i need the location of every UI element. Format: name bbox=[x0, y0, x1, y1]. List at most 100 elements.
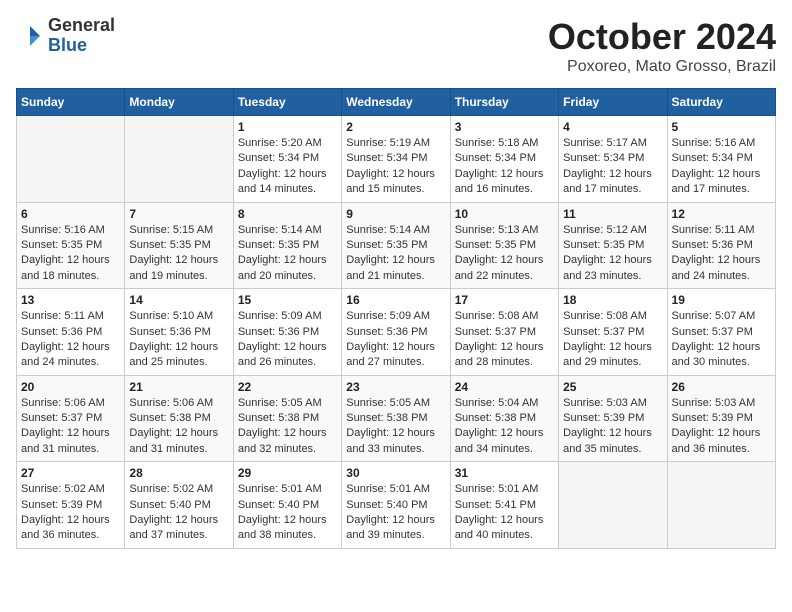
day-info: Sunrise: 5:08 AMSunset: 5:37 PMDaylight:… bbox=[563, 309, 662, 371]
calendar-cell: 19 Sunrise: 5:07 AMSunset: 5:37 PMDayligh… bbox=[667, 289, 775, 376]
day-number: 11 bbox=[563, 207, 662, 221]
calendar-cell bbox=[125, 116, 233, 203]
calendar-cell bbox=[17, 116, 125, 203]
logo-text: General Blue bbox=[48, 16, 115, 56]
calendar-cell: 13 Sunrise: 5:11 AMSunset: 5:36 PMDayligh… bbox=[17, 289, 125, 376]
column-header-sunday: Sunday bbox=[17, 89, 125, 116]
day-number: 1 bbox=[238, 120, 337, 134]
day-info: Sunrise: 5:03 AMSunset: 5:39 PMDaylight:… bbox=[672, 396, 771, 458]
calendar-table: SundayMondayTuesdayWednesdayThursdayFrid… bbox=[16, 88, 776, 549]
day-number: 29 bbox=[238, 466, 337, 480]
day-info: Sunrise: 5:04 AMSunset: 5:38 PMDaylight:… bbox=[455, 396, 554, 458]
day-number: 13 bbox=[21, 293, 120, 307]
day-number: 20 bbox=[21, 380, 120, 394]
calendar-cell: 4 Sunrise: 5:17 AMSunset: 5:34 PMDaylight… bbox=[559, 116, 667, 203]
calendar-cell: 11 Sunrise: 5:12 AMSunset: 5:35 PMDayligh… bbox=[559, 202, 667, 289]
calendar-cell: 5 Sunrise: 5:16 AMSunset: 5:34 PMDaylight… bbox=[667, 116, 775, 203]
day-info: Sunrise: 5:06 AMSunset: 5:38 PMDaylight:… bbox=[129, 396, 228, 458]
day-info: Sunrise: 5:16 AMSunset: 5:35 PMDaylight:… bbox=[21, 223, 120, 285]
calendar-cell: 31Sunrise: 5:01 AMSunset: 5:41 PMDayligh… bbox=[450, 462, 558, 549]
calendar-cell: 17 Sunrise: 5:08 AMSunset: 5:37 PMDayligh… bbox=[450, 289, 558, 376]
calendar-cell bbox=[559, 462, 667, 549]
calendar-week-2: 6 Sunrise: 5:16 AMSunset: 5:35 PMDaylight… bbox=[17, 202, 776, 289]
day-info: Sunrise: 5:11 AMSunset: 5:36 PMDaylight:… bbox=[672, 223, 771, 285]
calendar-cell: 8 Sunrise: 5:14 AMSunset: 5:35 PMDaylight… bbox=[233, 202, 341, 289]
day-number: 2 bbox=[346, 120, 445, 134]
day-info: Sunrise: 5:09 AMSunset: 5:36 PMDaylight:… bbox=[346, 309, 445, 371]
calendar-cell: 27Sunrise: 5:02 AMSunset: 5:39 PMDayligh… bbox=[17, 462, 125, 549]
calendar-cell: 22Sunrise: 5:05 AMSunset: 5:38 PMDayligh… bbox=[233, 375, 341, 462]
day-info: Sunrise: 5:08 AMSunset: 5:37 PMDaylight:… bbox=[455, 309, 554, 371]
day-number: 19 bbox=[672, 293, 771, 307]
calendar-cell: 9 Sunrise: 5:14 AMSunset: 5:35 PMDaylight… bbox=[342, 202, 450, 289]
calendar-cell: 18 Sunrise: 5:08 AMSunset: 5:37 PMDayligh… bbox=[559, 289, 667, 376]
column-header-wednesday: Wednesday bbox=[342, 89, 450, 116]
logo-general: General bbox=[48, 15, 115, 35]
month-title: October 2024 bbox=[548, 16, 776, 58]
day-info: Sunrise: 5:14 AMSunset: 5:35 PMDaylight:… bbox=[238, 223, 337, 285]
calendar-cell: 21Sunrise: 5:06 AMSunset: 5:38 PMDayligh… bbox=[125, 375, 233, 462]
day-info: Sunrise: 5:02 AMSunset: 5:40 PMDaylight:… bbox=[129, 482, 228, 544]
calendar-cell: 6 Sunrise: 5:16 AMSunset: 5:35 PMDaylight… bbox=[17, 202, 125, 289]
calendar-cell: 30Sunrise: 5:01 AMSunset: 5:40 PMDayligh… bbox=[342, 462, 450, 549]
calendar-week-3: 13 Sunrise: 5:11 AMSunset: 5:36 PMDayligh… bbox=[17, 289, 776, 376]
day-info: Sunrise: 5:18 AMSunset: 5:34 PMDaylight:… bbox=[455, 136, 554, 198]
day-number: 5 bbox=[672, 120, 771, 134]
day-number: 6 bbox=[21, 207, 120, 221]
day-info: Sunrise: 5:17 AMSunset: 5:34 PMDaylight:… bbox=[563, 136, 662, 198]
day-number: 12 bbox=[672, 207, 771, 221]
day-info: Sunrise: 5:09 AMSunset: 5:36 PMDaylight:… bbox=[238, 309, 337, 371]
calendar-cell: 3 Sunrise: 5:18 AMSunset: 5:34 PMDaylight… bbox=[450, 116, 558, 203]
day-info: Sunrise: 5:13 AMSunset: 5:35 PMDaylight:… bbox=[455, 223, 554, 285]
day-info: Sunrise: 5:10 AMSunset: 5:36 PMDaylight:… bbox=[129, 309, 228, 371]
day-info: Sunrise: 5:14 AMSunset: 5:35 PMDaylight:… bbox=[346, 223, 445, 285]
column-header-thursday: Thursday bbox=[450, 89, 558, 116]
day-info: Sunrise: 5:20 AMSunset: 5:34 PMDaylight:… bbox=[238, 136, 337, 198]
day-info: Sunrise: 5:12 AMSunset: 5:35 PMDaylight:… bbox=[563, 223, 662, 285]
calendar-cell: 14 Sunrise: 5:10 AMSunset: 5:36 PMDayligh… bbox=[125, 289, 233, 376]
calendar-cell: 25 Sunrise: 5:03 AMSunset: 5:39 PMDayligh… bbox=[559, 375, 667, 462]
column-header-saturday: Saturday bbox=[667, 89, 775, 116]
calendar-cell: 28 Sunrise: 5:02 AMSunset: 5:40 PMDayligh… bbox=[125, 462, 233, 549]
calendar-cell: 1 Sunrise: 5:20 AMSunset: 5:34 PMDaylight… bbox=[233, 116, 341, 203]
day-number: 17 bbox=[455, 293, 554, 307]
calendar-cell: 20Sunrise: 5:06 AMSunset: 5:37 PMDayligh… bbox=[17, 375, 125, 462]
day-number: 3 bbox=[455, 120, 554, 134]
calendar-cell: 29 Sunrise: 5:01 AMSunset: 5:40 PMDayligh… bbox=[233, 462, 341, 549]
day-number: 10 bbox=[455, 207, 554, 221]
logo: General Blue bbox=[16, 16, 115, 56]
day-info: Sunrise: 5:16 AMSunset: 5:34 PMDaylight:… bbox=[672, 136, 771, 198]
day-info: Sunrise: 5:19 AMSunset: 5:34 PMDaylight:… bbox=[346, 136, 445, 198]
calendar-cell: 24 Sunrise: 5:04 AMSunset: 5:38 PMDayligh… bbox=[450, 375, 558, 462]
day-number: 18 bbox=[563, 293, 662, 307]
day-number: 9 bbox=[346, 207, 445, 221]
day-number: 28 bbox=[129, 466, 228, 480]
calendar-cell: 12 Sunrise: 5:11 AMSunset: 5:36 PMDayligh… bbox=[667, 202, 775, 289]
day-number: 14 bbox=[129, 293, 228, 307]
day-number: 27 bbox=[21, 466, 120, 480]
day-number: 4 bbox=[563, 120, 662, 134]
day-info: Sunrise: 5:07 AMSunset: 5:37 PMDaylight:… bbox=[672, 309, 771, 371]
column-header-monday: Monday bbox=[125, 89, 233, 116]
day-info: Sunrise: 5:05 AMSunset: 5:38 PMDaylight:… bbox=[238, 396, 337, 458]
day-number: 15 bbox=[238, 293, 337, 307]
day-info: Sunrise: 5:05 AMSunset: 5:38 PMDaylight:… bbox=[346, 396, 445, 458]
day-number: 24 bbox=[455, 380, 554, 394]
calendar-cell: 16 Sunrise: 5:09 AMSunset: 5:36 PMDayligh… bbox=[342, 289, 450, 376]
calendar-cell: 7 Sunrise: 5:15 AMSunset: 5:35 PMDaylight… bbox=[125, 202, 233, 289]
calendar-cell bbox=[667, 462, 775, 549]
page-header: General Blue October 2024 Poxoreo, Mato … bbox=[16, 16, 776, 76]
day-info: Sunrise: 5:01 AMSunset: 5:40 PMDaylight:… bbox=[238, 482, 337, 544]
day-number: 16 bbox=[346, 293, 445, 307]
day-number: 31 bbox=[455, 466, 554, 480]
day-info: Sunrise: 5:03 AMSunset: 5:39 PMDaylight:… bbox=[563, 396, 662, 458]
column-header-friday: Friday bbox=[559, 89, 667, 116]
calendar-cell: 23Sunrise: 5:05 AMSunset: 5:38 PMDayligh… bbox=[342, 375, 450, 462]
day-number: 25 bbox=[563, 380, 662, 394]
calendar-cell: 2 Sunrise: 5:19 AMSunset: 5:34 PMDaylight… bbox=[342, 116, 450, 203]
day-info: Sunrise: 5:11 AMSunset: 5:36 PMDaylight:… bbox=[21, 309, 120, 371]
day-info: Sunrise: 5:15 AMSunset: 5:35 PMDaylight:… bbox=[129, 223, 228, 285]
logo-blue: Blue bbox=[48, 35, 87, 55]
day-number: 8 bbox=[238, 207, 337, 221]
day-number: 7 bbox=[129, 207, 228, 221]
